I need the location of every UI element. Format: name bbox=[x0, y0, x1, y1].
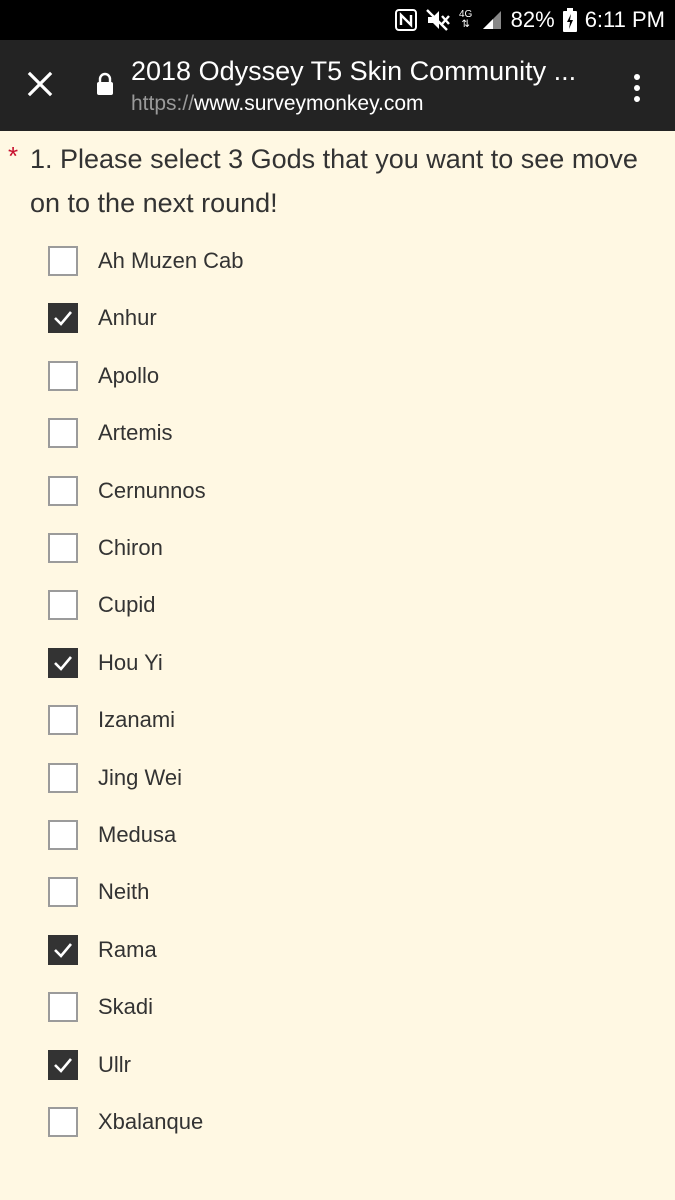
checkmark-icon bbox=[54, 311, 72, 327]
option-izanami[interactable]: Izanami bbox=[48, 702, 608, 738]
nfc-icon bbox=[394, 9, 417, 31]
option-jing-wei[interactable]: Jing Wei bbox=[48, 760, 608, 796]
option-label: Rama bbox=[98, 936, 157, 962]
option-label: Medusa bbox=[98, 822, 177, 847]
option-label: Anhur bbox=[98, 305, 157, 331]
checkbox[interactable] bbox=[48, 762, 78, 793]
url-scheme: https:// bbox=[131, 92, 195, 115]
overflow-menu-icon-dot bbox=[634, 85, 640, 91]
option-rama[interactable]: Rama bbox=[48, 932, 608, 968]
option-label: Artemis bbox=[98, 420, 173, 446]
page-title[interactable]: 2018 Odyssey T5 Skin Community ... bbox=[131, 54, 601, 88]
option-xbalanque[interactable]: Xbalanque bbox=[48, 1104, 608, 1140]
checkbox[interactable] bbox=[48, 360, 78, 391]
option-label: Ah Muzen Cab bbox=[98, 248, 244, 273]
option-label: Cernunnos bbox=[98, 477, 206, 503]
overflow-menu-icon-dot bbox=[634, 96, 640, 102]
checkbox[interactable] bbox=[48, 877, 78, 908]
option-label: Ullr bbox=[98, 1051, 131, 1077]
status-icons: 4G ⇅ 82% 6:11 PM bbox=[394, 0, 665, 40]
checkmark-icon bbox=[54, 1057, 72, 1073]
overflow-menu-button[interactable] bbox=[623, 68, 651, 108]
question-text: 1. Please select 3 Gods that you want to… bbox=[30, 144, 638, 218]
option-label: Neith bbox=[98, 879, 150, 905]
checkbox[interactable] bbox=[48, 303, 78, 334]
option-ah-muzen-cab[interactable]: Ah Muzen Cab bbox=[48, 243, 608, 279]
checkbox[interactable] bbox=[48, 246, 78, 276]
checkbox[interactable] bbox=[48, 590, 78, 621]
url-bar[interactable]: https://www.surveymonkey.com bbox=[131, 90, 424, 118]
checkbox[interactable] bbox=[48, 820, 78, 850]
checkbox[interactable] bbox=[48, 705, 78, 736]
option-label: Chiron bbox=[98, 535, 163, 560]
required-marker: * bbox=[8, 141, 19, 171]
browser-toolbar: 2018 Odyssey T5 Skin Community ... https… bbox=[0, 40, 675, 131]
url-host: www.surveymonkey.com bbox=[194, 92, 424, 115]
checkbox[interactable] bbox=[48, 934, 78, 965]
option-skadi[interactable]: Skadi bbox=[48, 989, 608, 1025]
option-cernunnos[interactable]: Cernunnos bbox=[48, 473, 608, 509]
network-4g-icon: 4G ⇅ bbox=[458, 9, 473, 30]
close-icon bbox=[27, 71, 53, 97]
lock-icon bbox=[97, 72, 113, 95]
network-type-label: 4G bbox=[458, 9, 473, 20]
signal-icon bbox=[482, 11, 501, 29]
option-label: Skadi bbox=[98, 994, 154, 1020]
battery-percent: 82% bbox=[510, 7, 555, 32]
option-ullr[interactable]: Ullr bbox=[48, 1047, 608, 1083]
option-label: Apollo bbox=[98, 362, 160, 388]
mute-icon bbox=[425, 9, 450, 31]
checkbox[interactable] bbox=[48, 1049, 78, 1080]
option-label: Izanami bbox=[98, 707, 176, 733]
option-label: Cupid bbox=[98, 592, 156, 618]
option-label: Xbalanque bbox=[98, 1109, 204, 1134]
checkbox[interactable] bbox=[48, 647, 78, 678]
option-hou-yi[interactable]: Hou Yi bbox=[48, 645, 608, 681]
option-artemis[interactable]: Artemis bbox=[48, 415, 608, 451]
status-bar: 4G ⇅ 82% 6:11 PM bbox=[0, 0, 675, 40]
option-anhur[interactable]: Anhur bbox=[48, 300, 608, 336]
battery-icon bbox=[562, 8, 577, 32]
option-medusa[interactable]: Medusa bbox=[48, 817, 608, 853]
option-label: Hou Yi bbox=[98, 649, 163, 675]
close-button[interactable] bbox=[18, 62, 62, 106]
checkmark-icon bbox=[54, 655, 72, 671]
option-cupid[interactable]: Cupid bbox=[48, 587, 608, 623]
option-apollo[interactable]: Apollo bbox=[48, 358, 608, 394]
checkbox[interactable] bbox=[48, 992, 78, 1023]
checkbox[interactable] bbox=[48, 1107, 78, 1137]
checkmark-icon bbox=[54, 942, 72, 958]
checkbox[interactable] bbox=[48, 475, 78, 506]
clock: 6:11 PM bbox=[584, 7, 665, 32]
option-chiron[interactable]: Chiron bbox=[48, 530, 608, 566]
option-label: Jing Wei bbox=[98, 764, 182, 790]
option-neith[interactable]: Neith bbox=[48, 874, 608, 910]
overflow-menu-icon bbox=[634, 74, 640, 80]
checkbox[interactable] bbox=[48, 533, 78, 563]
checkbox[interactable] bbox=[48, 418, 78, 449]
